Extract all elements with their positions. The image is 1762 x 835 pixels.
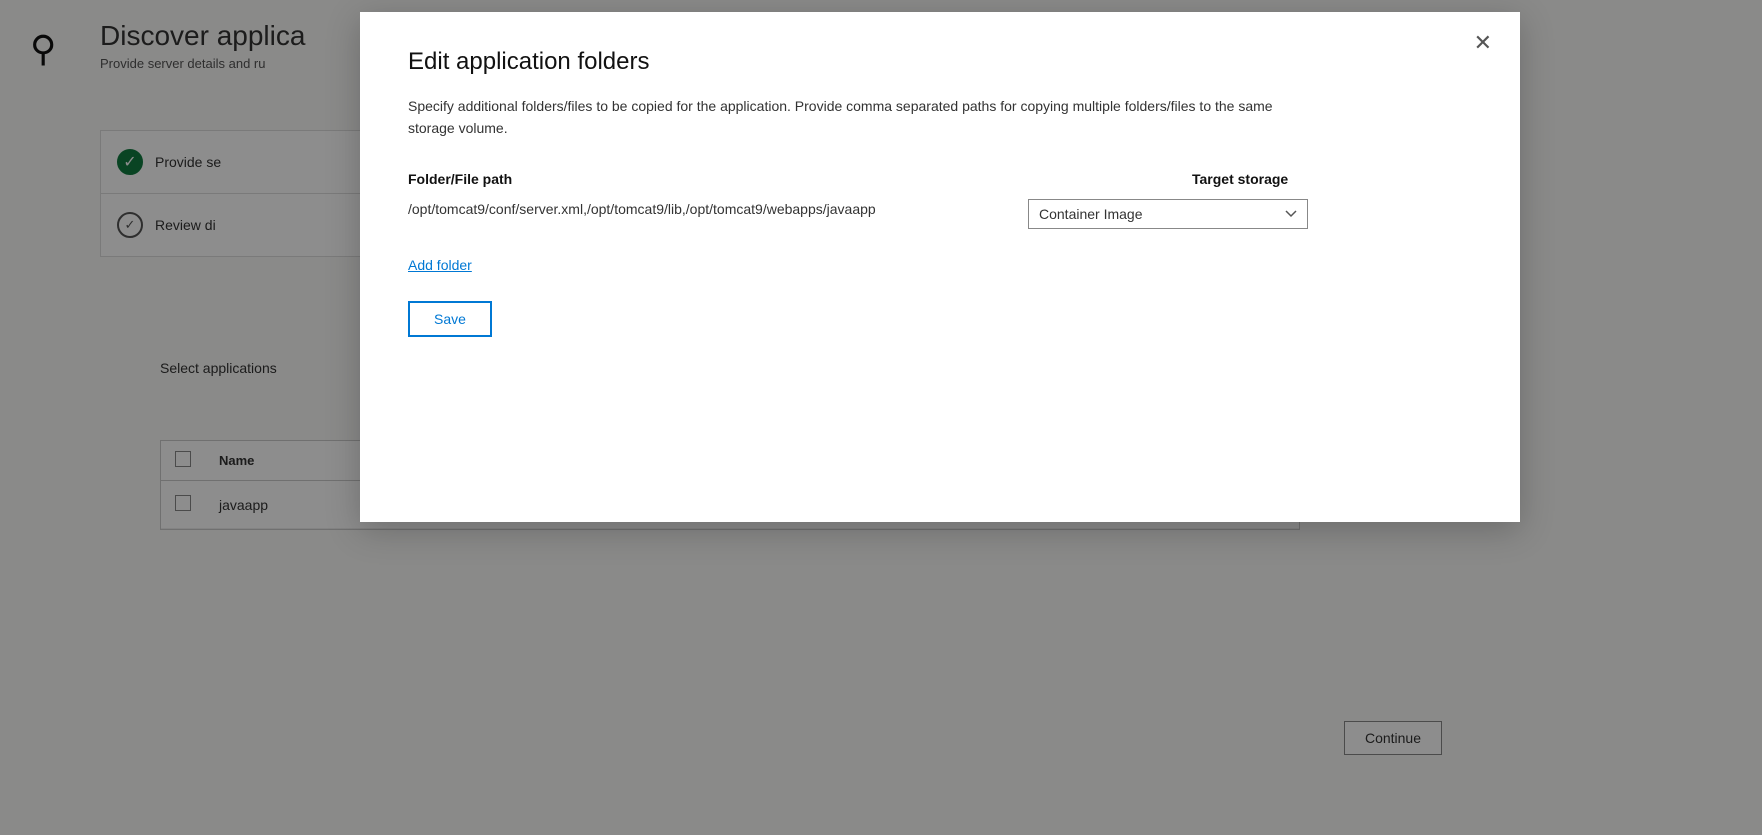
save-button[interactable]: Save <box>408 301 492 337</box>
folder-entry-row: /opt/tomcat9/conf/server.xml,/opt/tomcat… <box>408 199 1472 229</box>
modal-description: Specify additional folders/files to be c… <box>408 96 1308 139</box>
folder-path-column-label: Folder/File path <box>408 171 1152 199</box>
close-button[interactable]: ✕ <box>1474 32 1492 54</box>
column-headers: Folder/File path Target storage <box>408 171 1472 199</box>
edit-folders-dialog: Edit application folders ✕ Specify addit… <box>360 12 1520 522</box>
modal-title: Edit application folders <box>408 48 1472 76</box>
add-folder-link[interactable]: Add folder <box>408 257 472 273</box>
target-storage-select[interactable]: Container Image Azure Files Azure Disk <box>1028 199 1308 229</box>
folder-path-value: /opt/tomcat9/conf/server.xml,/opt/tomcat… <box>408 199 988 220</box>
target-storage-column-label: Target storage <box>1192 171 1472 199</box>
target-storage-selector: Container Image Azure Files Azure Disk <box>1028 199 1308 229</box>
